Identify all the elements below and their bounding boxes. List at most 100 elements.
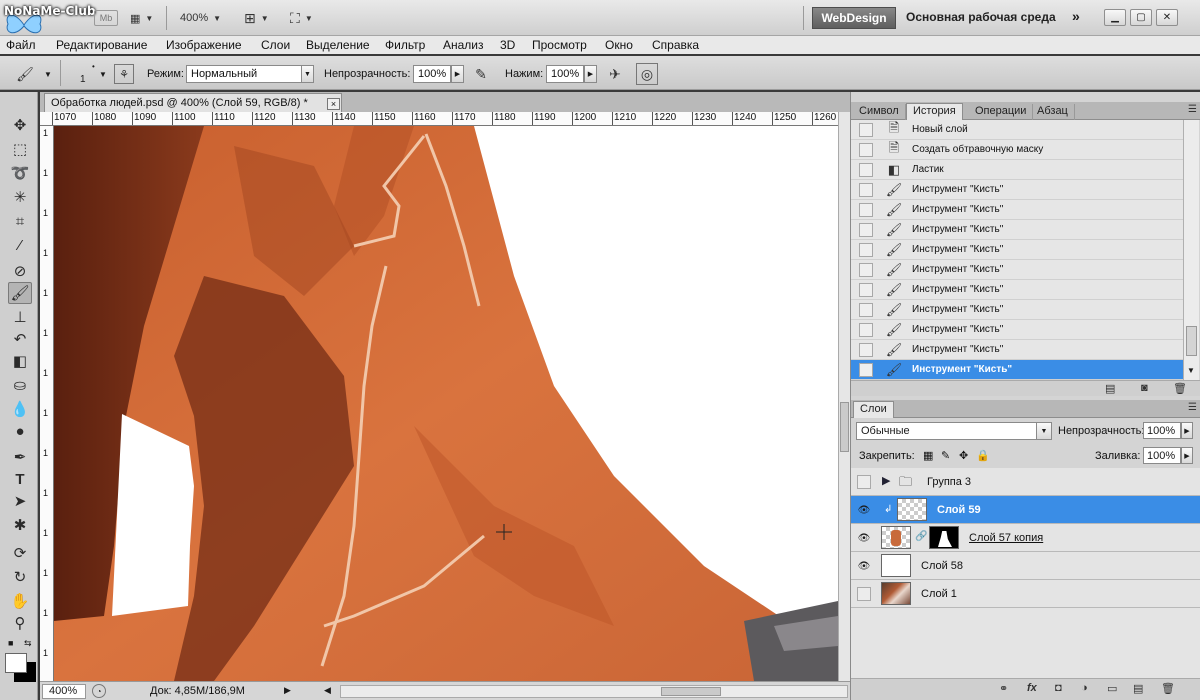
menu-window[interactable]: Окно xyxy=(605,38,633,52)
document-tab[interactable]: Обработка людей.psd @ 400% (Слой 59, RGB… xyxy=(44,93,342,112)
eyedropper-tool[interactable]: ⁄ xyxy=(8,234,32,256)
history-state-row[interactable]: 🖌 Инструмент "Кисть" xyxy=(851,200,1183,220)
layer-visibility-toggle[interactable] xyxy=(857,475,871,489)
new-snapshot-icon[interactable]: ◙ xyxy=(1141,382,1148,394)
menu-image[interactable]: Изображение xyxy=(166,38,242,52)
blend-mode-select[interactable]: Нормальный xyxy=(186,65,302,83)
shape-tool[interactable]: ✱ xyxy=(8,514,32,536)
layer-row[interactable]: Слой 1 xyxy=(851,580,1200,608)
layer-blend-mode-select[interactable]: Обычные xyxy=(856,422,1052,440)
workspace-more-button[interactable]: » xyxy=(1072,8,1080,24)
menu-analysis[interactable]: Анализ xyxy=(443,38,484,52)
status-info-icon[interactable]: ◔ xyxy=(92,684,106,698)
layer-style-icon[interactable]: fx xyxy=(1027,682,1037,694)
fill-arrow[interactable]: ▶ xyxy=(1181,447,1193,464)
history-source-checkbox[interactable] xyxy=(859,263,873,277)
marquee-tool[interactable]: ⬚ xyxy=(8,138,32,160)
lasso-tool[interactable]: ➰ xyxy=(8,162,32,184)
flow-field[interactable]: 100% xyxy=(546,65,584,83)
history-source-checkbox[interactable] xyxy=(859,323,873,337)
new-layer-icon[interactable]: ▤ xyxy=(1133,682,1143,695)
new-document-from-state-icon[interactable]: ▤ xyxy=(1105,382,1115,395)
new-group-icon[interactable]: ▭ xyxy=(1107,682,1117,695)
brush-panel-toggle[interactable]: ⚘ xyxy=(114,64,134,84)
history-source-checkbox[interactable] xyxy=(859,343,873,357)
history-state-row[interactable]: 🖌 Инструмент "Кисть" xyxy=(851,260,1183,280)
crop-tool[interactable]: ⌗ xyxy=(8,210,32,232)
workspace-webdesign-button[interactable]: WebDesign xyxy=(812,7,896,29)
adjustment-layer-icon[interactable]: ◑ xyxy=(1081,682,1088,694)
screen-mode-dropdown[interactable]: ⛶ xyxy=(290,8,313,28)
swap-colors-icon[interactable]: ⇆ xyxy=(24,638,32,649)
history-source-checkbox[interactable] xyxy=(859,303,873,317)
pressure-size-toggle[interactable]: ◎ xyxy=(636,63,658,85)
type-tool[interactable]: T xyxy=(8,468,32,490)
layer-opacity-field[interactable]: 100% xyxy=(1143,422,1181,439)
layer-visibility-toggle[interactable] xyxy=(857,587,871,601)
tool-preset-picker[interactable]: 🖌 xyxy=(14,63,36,85)
history-state-row[interactable]: 🖌 Инструмент "Кисть" xyxy=(851,360,1183,380)
canvas-vertical-scrollbar[interactable] xyxy=(838,112,850,681)
arrange-documents-dropdown[interactable]: ⊞ xyxy=(244,8,269,28)
maximize-button[interactable]: ▢ xyxy=(1130,9,1152,26)
layer-opacity-arrow[interactable]: ▶ xyxy=(1181,422,1193,439)
airbrush-toggle[interactable]: ✈ xyxy=(604,63,626,85)
delete-state-icon[interactable]: 🗑 xyxy=(1173,382,1187,395)
close-document-button[interactable]: × xyxy=(327,98,340,110)
mini-bridge-badge[interactable]: Mb xyxy=(94,10,118,26)
link-layers-icon[interactable]: ⚭ xyxy=(999,682,1008,695)
blend-mode-arrow[interactable]: ▼ xyxy=(301,65,314,83)
layer-blend-mode-arrow[interactable]: ▼ xyxy=(1036,423,1051,439)
history-scroll-thumb[interactable] xyxy=(1186,326,1197,356)
3d-rotate-tool[interactable]: ⟳ xyxy=(8,542,32,564)
history-source-checkbox[interactable] xyxy=(859,143,873,157)
layer-row-group[interactable]: ▶ 🗀 Группа 3 xyxy=(851,468,1200,496)
history-state-row[interactable]: 🖌 Инструмент "Кисть" xyxy=(851,300,1183,320)
path-selection-tool[interactable]: ➤ xyxy=(8,490,32,512)
eye-icon[interactable]: 👁 xyxy=(857,531,871,545)
history-state-row[interactable]: 🗎 Новый слой xyxy=(851,120,1183,140)
menu-help[interactable]: Справка xyxy=(652,38,699,52)
blur-tool[interactable]: 💧 xyxy=(8,398,32,420)
dodge-tool[interactable]: ● xyxy=(8,420,32,442)
canvas-horizontal-scrollbar[interactable] xyxy=(340,685,848,698)
menu-view[interactable]: Просмотр xyxy=(532,38,587,52)
history-state-row[interactable]: 🖌 Инструмент "Кисть" xyxy=(851,320,1183,340)
history-source-checkbox[interactable] xyxy=(859,203,873,217)
history-state-row[interactable]: 🖌 Инструмент "Кисть" xyxy=(851,240,1183,260)
foreground-color-swatch[interactable] xyxy=(5,653,27,673)
document-canvas[interactable] xyxy=(54,126,838,681)
tab-actions[interactable]: Операции xyxy=(969,104,1034,120)
history-brush-tool[interactable]: ↶ xyxy=(8,328,32,350)
eye-icon[interactable]: 👁 xyxy=(857,559,871,573)
history-source-checkbox[interactable] xyxy=(859,243,873,257)
reset-colors-icon[interactable]: ■ xyxy=(8,638,13,648)
chain-link-icon[interactable]: 🔗 xyxy=(915,531,927,542)
healing-brush-tool[interactable]: ⊘ xyxy=(8,260,32,282)
tab-layers[interactable]: Слои xyxy=(853,401,894,418)
history-state-row[interactable]: 🖌 Инструмент "Кисть" xyxy=(851,220,1183,240)
history-source-checkbox[interactable] xyxy=(859,183,873,197)
opacity-field[interactable]: 100% xyxy=(413,65,451,83)
preset-dropdown-arrow[interactable]: ▼ xyxy=(44,70,52,79)
close-window-button[interactable]: ✕ xyxy=(1156,9,1178,26)
eraser-tool[interactable]: ◧ xyxy=(8,350,32,372)
magic-wand-tool[interactable]: ✳ xyxy=(8,186,32,208)
status-zoom-field[interactable]: 400% xyxy=(42,684,86,699)
pen-tool[interactable]: ✒ xyxy=(8,446,32,468)
add-mask-icon[interactable]: ◘ xyxy=(1055,682,1062,694)
scroll-left-arrow[interactable]: ◀ xyxy=(324,685,331,696)
clone-stamp-tool[interactable]: ⊥ xyxy=(8,306,32,328)
panel-menu-icon[interactable]: ☰ xyxy=(1188,104,1197,115)
menu-3d[interactable]: 3D xyxy=(500,38,515,52)
history-source-checkbox[interactable] xyxy=(859,123,873,137)
status-menu-arrow[interactable]: ▶ xyxy=(284,685,291,696)
history-source-checkbox[interactable] xyxy=(859,363,873,377)
lock-pixels-icon[interactable]: ✎ xyxy=(941,449,950,462)
workspace-essentials-label[interactable]: Основная рабочая среда xyxy=(906,10,1056,24)
history-state-row[interactable]: 🖌 Инструмент "Кисть" xyxy=(851,280,1183,300)
layer-row-masked[interactable]: 👁 🔗 Слой 57 копия xyxy=(851,524,1200,552)
history-state-row[interactable]: 🖌 Инструмент "Кисть" xyxy=(851,180,1183,200)
layer-row[interactable]: 👁 Слой 58 xyxy=(851,552,1200,580)
history-state-row[interactable]: 🗎 Создать обтравочную маску xyxy=(851,140,1183,160)
